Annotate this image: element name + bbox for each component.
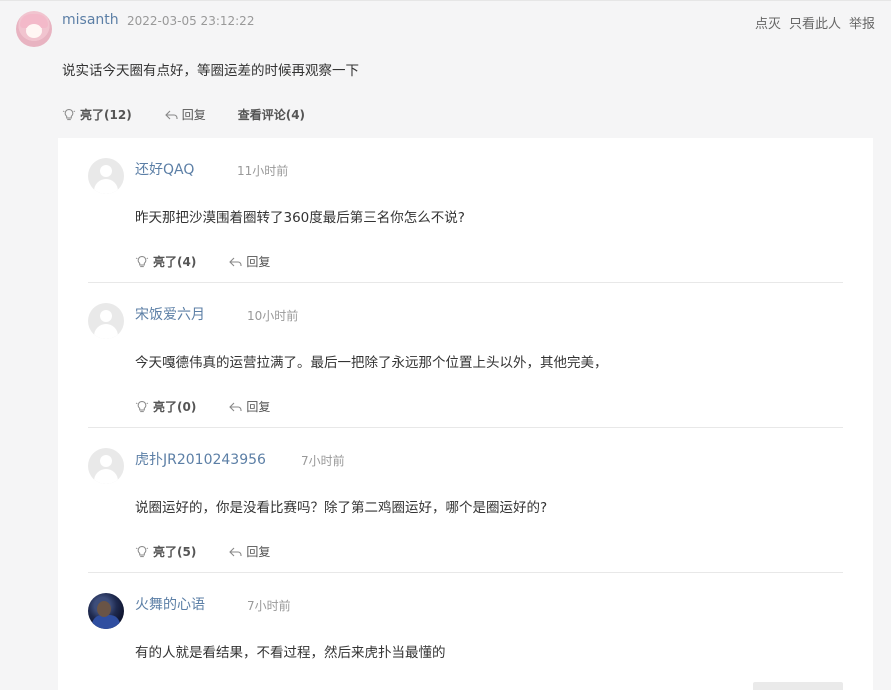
- user-avatar[interactable]: [88, 593, 124, 629]
- reply-arrow-icon: [229, 547, 242, 556]
- dislike-button[interactable]: 点灭: [755, 13, 781, 32]
- comment-like-count: (4): [177, 254, 197, 269]
- comment-item: 火舞的心语 7小时前 有的人就是看结果，不看过程，然后来虎扑当最懂的: [88, 573, 843, 690]
- comment-time: 7小时前: [301, 454, 345, 468]
- view-comments-count: (4): [285, 107, 306, 122]
- comments-card: 还好QAQ 11小时前 昨天那把沙漠围着圈转了360度最后第三名你怎么不说? 亮…: [58, 138, 873, 690]
- comment-text: 有的人就是看结果，不看过程，然后来虎扑当最懂的: [135, 645, 446, 661]
- lightbulb-icon: [135, 400, 149, 412]
- view-comments-button[interactable]: 查看评论 (4): [238, 106, 305, 123]
- reply-arrow-icon: [164, 110, 178, 119]
- comment-like-button[interactable]: 亮了 (4): [135, 253, 196, 270]
- post-like-button[interactable]: 亮了 (12): [62, 106, 132, 123]
- post-text: 说实话今天圈有点好，等圈运差的时候再观察一下: [62, 63, 359, 79]
- comment-item: 宋饭爱六月 10小时前 今天嘎德伟真的运营拉满了。最后一把除了永远那个位置上头以…: [88, 283, 843, 428]
- default-avatar[interactable]: [88, 303, 124, 339]
- post-time: 2022-03-05 23:12:22: [127, 14, 255, 28]
- comment-like-label: 亮了: [153, 400, 178, 414]
- comment-reply-label: 回复: [246, 400, 271, 414]
- lightbulb-icon: [135, 545, 149, 557]
- comment-username[interactable]: 还好QAQ: [135, 159, 194, 179]
- comment-reply-label: 回复: [246, 545, 271, 559]
- comment-item: 还好QAQ 11小时前 昨天那把沙漠围着圈转了360度最后第三名你怎么不说? 亮…: [88, 138, 843, 283]
- default-avatar[interactable]: [88, 158, 124, 194]
- comment-like-label: 亮了: [153, 255, 178, 269]
- comment-time: 7小时前: [247, 599, 291, 613]
- post-like-count: (12): [104, 107, 132, 122]
- comment-reply-label: 回复: [246, 255, 271, 269]
- post-action-bar: 亮了 (12) 回复 查看评论 (4): [62, 106, 337, 123]
- main-post: misanth 2022-03-05 23:12:22 点灭 只看此人 举报 说…: [0, 0, 891, 138]
- only-this-user-button[interactable]: 只看此人: [789, 13, 841, 32]
- comment-action-bar: 亮了 (4) 回复: [135, 253, 302, 270]
- post-reply-label: 回复: [181, 108, 206, 122]
- comment-reply-button[interactable]: 回复: [228, 543, 270, 560]
- comment-username[interactable]: 虎扑JR2010243956: [135, 449, 266, 469]
- comment-username[interactable]: 宋饭爱六月: [135, 304, 205, 324]
- comment-text: 昨天那把沙漠围着圈转了360度最后第三名你怎么不说?: [135, 210, 465, 226]
- comment-text: 说圈运好的，你是没看比赛吗？除了第二鸡圈运好，哪个是圈运好的?: [135, 500, 548, 516]
- partial-button[interactable]: [753, 682, 843, 690]
- comment-reply-button[interactable]: 回复: [228, 398, 270, 415]
- comment-like-count: (0): [177, 399, 197, 414]
- reply-arrow-icon: [229, 402, 242, 411]
- comment-like-count: (5): [177, 544, 197, 559]
- report-button[interactable]: 举报: [849, 13, 875, 32]
- post-like-label: 亮了: [80, 108, 105, 122]
- comment-like-button[interactable]: 亮了 (0): [135, 398, 196, 415]
- lightbulb-icon: [62, 108, 76, 120]
- comment-like-label: 亮了: [153, 545, 178, 559]
- lightbulb-icon: [135, 255, 149, 267]
- post-username[interactable]: misanth: [62, 12, 119, 28]
- comment-item: 虎扑JR2010243956 7小时前 说圈运好的，你是没看比赛吗？除了第二鸡圈…: [88, 428, 843, 573]
- post-avatar[interactable]: [16, 11, 52, 47]
- post-reply-button[interactable]: 回复: [164, 106, 206, 123]
- comment-time: 10小时前: [247, 309, 299, 323]
- reply-arrow-icon: [229, 257, 242, 266]
- comment-action-bar: 亮了 (5) 回复: [135, 543, 302, 560]
- post-actions: 点灭 只看此人 举报: [755, 13, 875, 32]
- comment-text: 今天嘎德伟真的运营拉满了。最后一把除了永远那个位置上头以外，其他完美，: [135, 355, 608, 371]
- comment-reply-button[interactable]: 回复: [228, 253, 270, 270]
- view-comments-label: 查看评论: [237, 108, 286, 122]
- comment-time: 11小时前: [237, 164, 289, 178]
- comment-action-bar: 亮了 (0) 回复: [135, 398, 302, 415]
- comment-like-button[interactable]: 亮了 (5): [135, 543, 196, 560]
- comment-username[interactable]: 火舞的心语: [135, 594, 205, 614]
- default-avatar[interactable]: [88, 448, 124, 484]
